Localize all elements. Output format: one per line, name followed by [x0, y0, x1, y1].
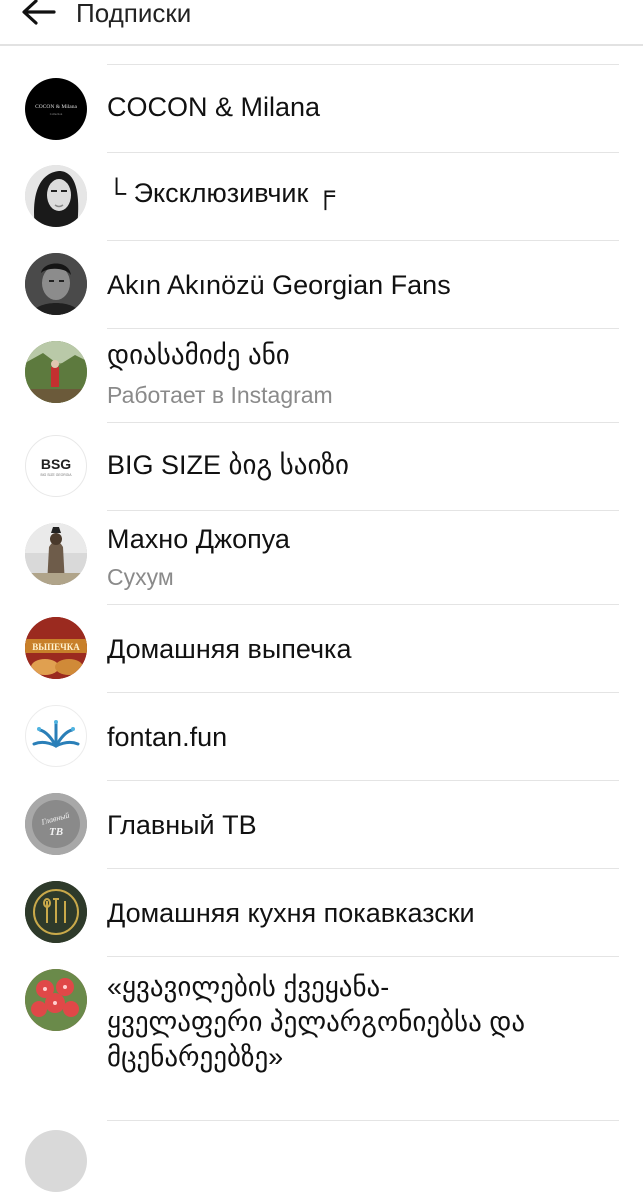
account-subtitle: Работает в Instagram [107, 382, 333, 408]
avatar[interactable] [25, 1130, 87, 1192]
divider [107, 1120, 619, 1121]
avatar[interactable] [25, 969, 87, 1031]
top-bar: Подписки [0, 0, 643, 46]
avatar[interactable] [25, 165, 87, 227]
list-item[interactable]: Махно Джопуа Сухум [0, 510, 643, 605]
account-name: COCON & Milana [107, 92, 321, 122]
account-name: Akın Akınözü Georgian Fans [107, 270, 451, 300]
account-name: «ყვავილების ქვეყანა-ყველაფერი პელარგონიე… [107, 972, 526, 1072]
avatar[interactable]: BSG BIG SIZE GEORGIA [25, 435, 87, 497]
account-name: დიასამიძე ანი [107, 340, 290, 370]
svg-text:COCON & Milana: COCON & Milana [35, 104, 77, 110]
svg-text:Collection: Collection [50, 112, 63, 116]
avatar[interactable] [25, 253, 87, 315]
list-item[interactable]: COCON & Milana Collection COCON & Milana [0, 44, 643, 153]
list-item[interactable]: Akın Akınözü Georgian Fans [0, 240, 643, 329]
list-item[interactable]: ВЫПЕЧКА Домашняя выпечка [0, 604, 643, 693]
list-item[interactable]: Главный ТВ Главный ТВ [0, 780, 643, 869]
list-item[interactable]: Домашняя кухня покавказски [0, 868, 643, 957]
svg-text:ТВ: ТВ [49, 826, 63, 838]
svg-text:ВЫПЕЧКА: ВЫПЕЧКА [32, 642, 80, 652]
avatar[interactable] [25, 523, 87, 585]
avatar[interactable] [25, 881, 87, 943]
list-item[interactable]: «ყვავილების ქვეყანა-ყველაფერი პელარგონიე… [0, 956, 643, 1121]
account-name: fontan.fun [107, 722, 228, 752]
list-item[interactable]: fontan.fun [0, 692, 643, 781]
back-arrow-icon[interactable] [18, 0, 58, 34]
account-name: Домашняя кухня покавказски [107, 898, 475, 928]
page-title: Подписки [76, 0, 192, 28]
avatar[interactable]: COCON & Milana Collection [25, 78, 87, 140]
avatar[interactable]: ВЫПЕЧКА [25, 617, 87, 679]
svg-text:BSG: BSG [41, 456, 71, 472]
divider [107, 64, 619, 65]
account-name: Домашняя выпечка [107, 634, 352, 664]
list-item[interactable]: └ Эксклюзивчик ╒ [0, 152, 643, 241]
account-name: └ Эксклюзивчик ╒ [107, 178, 335, 208]
list-item[interactable]: BSG BIG SIZE GEORGIA BIG SIZE ბიგ საიზი [0, 422, 643, 511]
account-subtitle: Сухум [107, 564, 174, 590]
svg-text:BIG SIZE GEORGIA: BIG SIZE GEORGIA [40, 473, 72, 477]
avatar[interactable]: Главный ТВ [25, 793, 87, 855]
account-name: Махно Джопуа [107, 524, 290, 554]
list-item[interactable]: დიასამიძე ანი Работает в Instagram [0, 328, 643, 423]
avatar[interactable] [25, 341, 87, 403]
account-name: Главный ТВ [107, 810, 257, 840]
account-name: BIG SIZE ბიგ საიზი [107, 450, 349, 480]
avatar[interactable] [25, 705, 87, 767]
